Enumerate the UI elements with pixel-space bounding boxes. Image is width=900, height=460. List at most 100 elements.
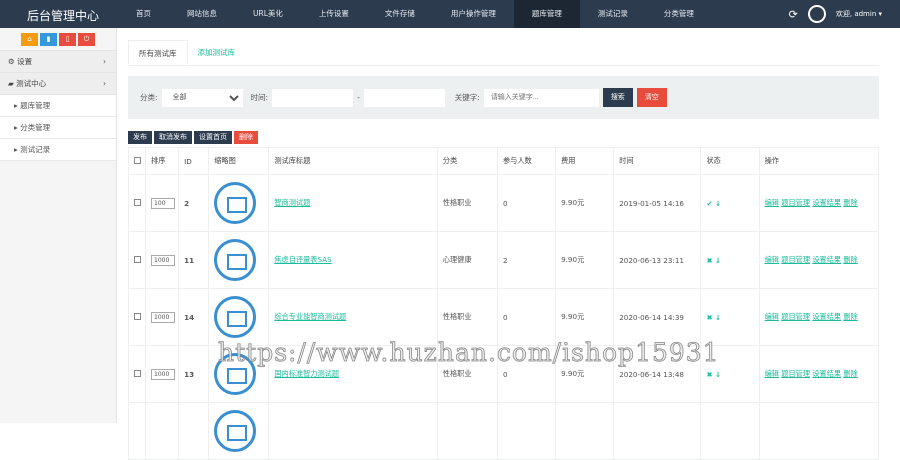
row-checkbox[interactable]: [134, 312, 141, 320]
title-link[interactable]: 智商测试题: [274, 198, 310, 207]
participant-count: 2: [502, 255, 508, 265]
time: 2020-06-14 13:48: [619, 369, 684, 379]
row-op-0[interactable]: 编辑: [765, 198, 779, 207]
user-menu[interactable]: 欢迎, admin ▾: [836, 9, 882, 19]
keyword-label: 关键字:: [454, 93, 480, 102]
start-time-input[interactable]: [272, 88, 354, 107]
nav-item[interactable]: 首页: [118, 0, 169, 28]
sidebar-sub-label: 测试记录: [20, 145, 51, 154]
sort-input[interactable]: 100: [151, 197, 176, 209]
nav-item[interactable]: 上传设置: [301, 0, 367, 28]
participant-count: 0: [502, 369, 508, 379]
row-checkbox[interactable]: [134, 255, 141, 263]
sidebar-item-label: 设置: [17, 57, 33, 66]
document-icon[interactable]: ▮: [40, 33, 57, 46]
row-op-0[interactable]: 编辑: [765, 369, 779, 378]
sort-input[interactable]: 1000: [151, 368, 176, 380]
time: 2020-06-14 14:39: [619, 312, 684, 322]
category: 性格职业: [442, 312, 472, 321]
arrow-down-icon[interactable]: ↓: [712, 313, 721, 322]
title-link[interactable]: 国内标准智力测试题: [274, 369, 339, 378]
row-op-1[interactable]: 题目管理: [781, 255, 810, 264]
fee: 9.90元: [561, 369, 585, 378]
home-icon[interactable]: ⌂: [21, 33, 38, 46]
arrow-down-icon[interactable]: ↓: [712, 199, 721, 208]
nav-item[interactable]: 分类管理: [646, 0, 712, 28]
row-id: 11: [184, 255, 195, 265]
title-link[interactable]: 焦虑自评量表SAS: [274, 255, 331, 264]
nav-item[interactable]: 题库管理: [513, 0, 580, 28]
top-nav: 首页 网站信息 URL美化 上传设置 文件存储 用户操作管理 题库管理 测试记录 分类管理: [118, 0, 712, 28]
row-op-1[interactable]: 题目管理: [781, 369, 810, 378]
row-id: 13: [184, 369, 195, 379]
nav-item[interactable]: 网站信息: [169, 0, 235, 28]
category: 心理健康: [442, 255, 472, 264]
nav-item[interactable]: 文件存储: [367, 0, 433, 28]
column-header: 时间: [613, 147, 702, 175]
publish-button[interactable]: 发布: [128, 131, 152, 144]
thumbnail-image: [214, 182, 257, 224]
row-checkbox[interactable]: [134, 198, 141, 206]
book-icon: ▰: [8, 79, 17, 88]
top-bar: 后台管理中心 首页 网站信息 URL美化 上传设置 文件存储 用户操作管理 题库管理 测试记录…: [0, 0, 900, 28]
select-all-checkbox[interactable]: [134, 156, 141, 164]
fee: 9.90元: [561, 255, 585, 264]
row-id: 2: [184, 198, 190, 208]
category: 性格职业: [442, 369, 472, 378]
fee: 9.90元: [561, 312, 585, 321]
row-op-2[interactable]: 设置结果: [812, 198, 841, 207]
row-op-3[interactable]: 删除: [843, 198, 857, 207]
sort-input[interactable]: 1000: [151, 254, 176, 266]
power-icon[interactable]: ⏻: [78, 33, 95, 46]
sidebar-sub-label: 分类管理: [20, 123, 51, 132]
search-button[interactable]: 搜索: [602, 88, 633, 107]
nav-item[interactable]: URL美化: [235, 0, 301, 28]
row-id: 14: [184, 312, 195, 322]
row-op-0[interactable]: 编辑: [765, 312, 779, 321]
dash: -: [357, 93, 360, 102]
category-select[interactable]: 全部: [161, 88, 243, 107]
sidebar-sub-records[interactable]: ▸ 测试记录: [0, 139, 116, 161]
tab-add-library[interactable]: 添加测试库: [188, 40, 246, 65]
row-op-1[interactable]: 题目管理: [781, 198, 810, 207]
app-title: 后台管理中心: [27, 9, 100, 23]
delete-button[interactable]: 删除: [234, 131, 258, 144]
clear-button[interactable]: 清空: [636, 88, 667, 107]
sidebar-sub-question-bank[interactable]: ▸ 题库管理: [0, 95, 116, 117]
trash-icon[interactable]: ▯: [59, 33, 76, 46]
sidebar-sub-category[interactable]: ▸ 分类管理: [0, 117, 116, 139]
thumbnail-image: [214, 353, 257, 395]
column-header: ID: [178, 147, 210, 175]
row-checkbox[interactable]: [134, 369, 141, 377]
unpublish-button[interactable]: 取消发布: [154, 131, 192, 144]
sort-input[interactable]: 1000: [151, 311, 176, 323]
category-label: 分类:: [140, 93, 158, 102]
row-op-2[interactable]: 设置结果: [812, 369, 841, 378]
column-header: 状态: [700, 147, 760, 175]
row-op-3[interactable]: 删除: [843, 312, 857, 321]
title-link[interactable]: 综合专业能智商测试题: [274, 312, 346, 321]
row-op-3[interactable]: 删除: [843, 255, 857, 264]
nav-item[interactable]: 测试记录: [580, 0, 646, 28]
nav-item[interactable]: 用户操作管理: [433, 0, 514, 28]
row-op-3[interactable]: 删除: [843, 369, 857, 378]
arrow-down-icon[interactable]: ↓: [712, 370, 721, 379]
thumbnail-image: [214, 410, 257, 452]
column-header: 排序: [145, 147, 180, 175]
time: 2019-01-05 14:16: [619, 198, 684, 208]
end-time-input[interactable]: [363, 88, 445, 107]
row-op-1[interactable]: 题目管理: [781, 312, 810, 321]
row-op-0[interactable]: 编辑: [765, 255, 779, 264]
refresh-icon[interactable]: ⟳: [789, 8, 798, 21]
sidebar-item-test-center[interactable]: ▰ 测试中心 ›: [0, 73, 116, 95]
arrow-down-icon[interactable]: ↓: [712, 256, 721, 265]
row-op-2[interactable]: 设置结果: [812, 312, 841, 321]
tab-all-libraries[interactable]: 所有测试库: [128, 40, 188, 65]
keyword-input[interactable]: [483, 88, 599, 107]
table-row: 1000 13 国内标准智力测试题 性格职业 0 9.90元 2020-06-14 13:4…: [127, 345, 880, 403]
row-op-2[interactable]: 设置结果: [812, 255, 841, 264]
set-homepage-button[interactable]: 设置首页: [194, 131, 232, 144]
avatar[interactable]: [807, 5, 826, 23]
sidebar-item-settings[interactable]: ⚙ 设置 ›: [0, 51, 116, 73]
sidebar: ⌂ ▮ ▯ ⏻ ⚙ 设置 › ▰ 测试中心 › ▸ 题库管理 ▸ 分类管理 ▸ 测试…: [0, 28, 117, 423]
